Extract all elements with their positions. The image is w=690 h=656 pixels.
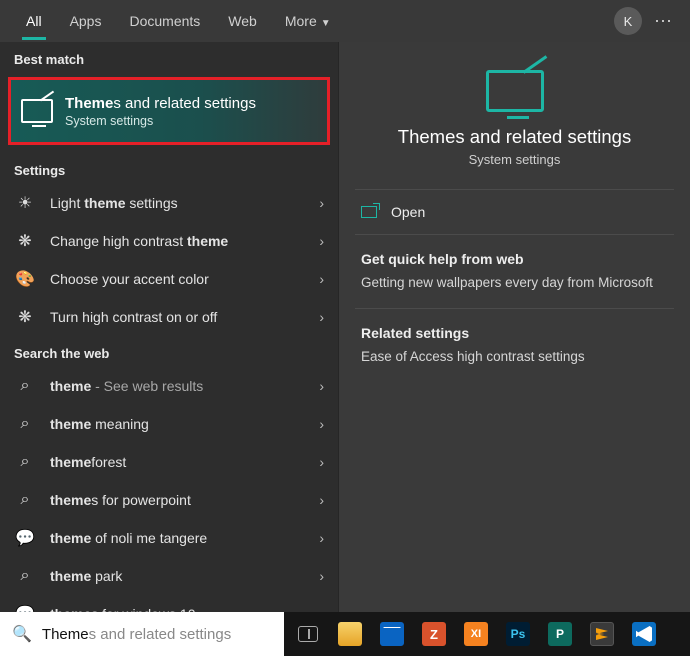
taskbar: Z XI Ps P	[284, 612, 690, 656]
search-autocomplete: s and related settings	[89, 626, 232, 643]
themes-icon	[21, 99, 53, 123]
result-label: Turn high contrast on or off	[50, 309, 319, 325]
chevron-right-icon: ›	[319, 271, 324, 287]
tab-web[interactable]: Web	[214, 3, 271, 39]
best-match-text: Themes and related settings System setti…	[65, 95, 256, 128]
tab-label: Documents	[129, 13, 200, 29]
web-result[interactable]: ⌕ themeforest›	[0, 443, 338, 481]
overflow-menu-button[interactable]: ⋯	[648, 12, 678, 30]
tab-label: More	[285, 13, 317, 29]
publisher-button[interactable]: P	[544, 619, 576, 649]
help-header: Get quick help from web	[339, 235, 690, 275]
best-match-result[interactable]: Themes and related settings System setti…	[8, 77, 330, 145]
result-label: theme meaning	[50, 416, 319, 432]
search-icon: ⌕	[14, 413, 36, 435]
help-item[interactable]: Getting new wallpapers every day from Mi…	[339, 275, 690, 308]
related-header: Related settings	[339, 309, 690, 349]
result-label: themes for powerpoint	[50, 492, 319, 508]
web-result[interactable]: ⌕ theme park›	[0, 557, 338, 595]
user-avatar[interactable]: K	[614, 7, 642, 35]
taskview-button[interactable]	[292, 619, 324, 649]
sublime-button[interactable]	[586, 619, 618, 649]
tab-label: Apps	[70, 13, 102, 29]
chevron-right-icon: ›	[319, 195, 324, 211]
tab-label: Web	[228, 13, 257, 29]
web-result[interactable]: 💬themes for windows 10›	[0, 595, 338, 612]
section-settings: Settings	[0, 153, 338, 184]
user-initial: K	[624, 14, 633, 29]
preview-pane: Themes and related settings System setti…	[338, 42, 690, 612]
sun-icon: ☀	[14, 192, 36, 214]
search-icon: ⌕	[14, 451, 36, 473]
section-best-match: Best match	[0, 42, 338, 73]
themes-icon	[486, 70, 544, 112]
tab-label: All	[26, 13, 42, 29]
section-web: Search the web	[0, 336, 338, 367]
result-label: Light theme settings	[50, 195, 319, 211]
result-label: Choose your accent color	[50, 271, 319, 287]
web-result[interactable]: ⌕ theme meaning›	[0, 405, 338, 443]
search-icon: 🔍	[12, 624, 32, 644]
search-icon: ⌕	[14, 375, 36, 397]
open-icon	[361, 206, 377, 218]
mail-button[interactable]	[376, 619, 408, 649]
results-pane: Best match Themes and related settings S…	[0, 42, 338, 612]
photoshop-button[interactable]: Ps	[502, 619, 534, 649]
search-icon: ⌕	[14, 489, 36, 511]
web-result[interactable]: ⌕ themes for powerpoint›	[0, 481, 338, 519]
best-match-title-highlight: Theme	[65, 95, 113, 112]
tab-apps[interactable]: Apps	[56, 3, 116, 39]
web-result[interactable]: 💬 theme of noli me tangere›	[0, 519, 338, 557]
sparkle-icon: ❋	[14, 230, 36, 252]
preview-subtitle: System settings	[469, 152, 561, 167]
chevron-right-icon: ›	[319, 416, 324, 432]
chat-icon: 💬	[14, 527, 36, 549]
related-item[interactable]: Ease of Access high contrast settings	[339, 349, 690, 382]
chevron-down-icon: ▼	[321, 18, 331, 29]
best-match-title-rest: s and related settings	[113, 95, 256, 112]
settings-result[interactable]: ☀ Light theme settings›	[0, 184, 338, 222]
xampp-button[interactable]: XI	[460, 619, 492, 649]
vscode-button[interactable]	[628, 619, 660, 649]
preview-title: Themes and related settings	[398, 126, 631, 148]
chat-icon: 💬	[14, 603, 36, 612]
sparkle-icon: ❋	[14, 306, 36, 328]
search-typed: Theme	[42, 626, 89, 643]
result-label: theme - See web results	[50, 378, 319, 394]
chevron-right-icon: ›	[319, 530, 324, 546]
search-filter-tabs: All Apps Documents Web More ▼ K ⋯	[0, 0, 690, 42]
open-label: Open	[391, 204, 425, 220]
chevron-right-icon: ›	[319, 492, 324, 508]
chevron-right-icon: ›	[319, 378, 324, 394]
search-icon: ⌕	[14, 565, 36, 587]
result-label: themeforest	[50, 454, 319, 470]
settings-result[interactable]: ❋ Turn high contrast on or off›	[0, 298, 338, 336]
web-result[interactable]: ⌕ theme - See web results›	[0, 367, 338, 405]
result-label: theme park	[50, 568, 319, 584]
chevron-right-icon: ›	[319, 454, 324, 470]
palette-icon: 🎨	[14, 268, 36, 290]
result-label: theme of noli me tangere	[50, 530, 319, 546]
settings-result[interactable]: ❋ Change high contrast theme›	[0, 222, 338, 260]
chevron-right-icon: ›	[319, 568, 324, 584]
result-label: Change high contrast theme	[50, 233, 319, 249]
tab-all[interactable]: All	[12, 3, 56, 39]
tab-documents[interactable]: Documents	[115, 3, 214, 39]
preview-hero: Themes and related settings System setti…	[339, 42, 690, 189]
chevron-right-icon: ›	[319, 233, 324, 249]
file-explorer-button[interactable]	[334, 619, 366, 649]
settings-result[interactable]: 🎨 Choose your accent color›	[0, 260, 338, 298]
tab-more[interactable]: More ▼	[271, 3, 345, 39]
search-text: Themes and related settings	[42, 626, 231, 643]
search-input[interactable]: 🔍 Themes and related settings	[0, 612, 284, 656]
chevron-right-icon: ›	[319, 309, 324, 325]
best-match-subtitle: System settings	[65, 114, 256, 128]
app-z-button[interactable]: Z	[418, 619, 450, 649]
open-action[interactable]: Open	[339, 190, 690, 234]
